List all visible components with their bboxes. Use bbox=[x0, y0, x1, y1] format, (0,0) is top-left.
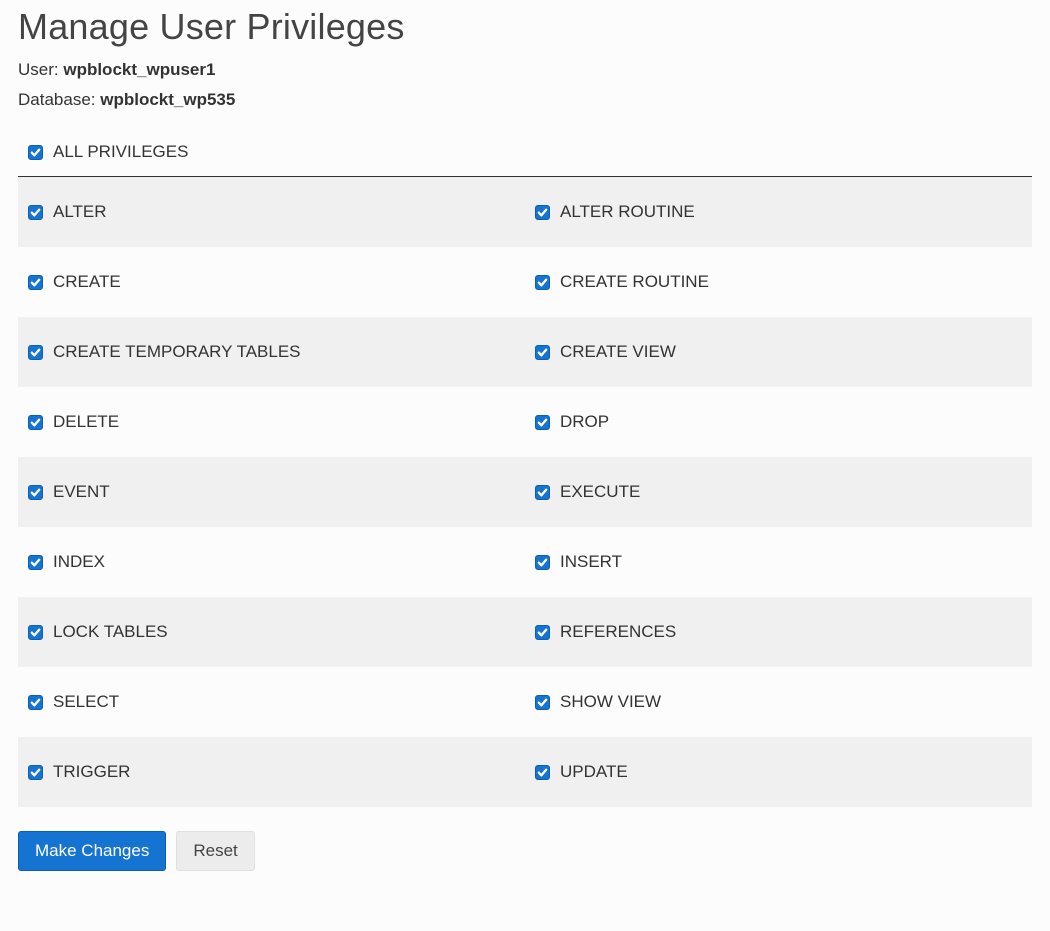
privilege-label: DROP bbox=[560, 412, 609, 432]
privilege-label: UPDATE bbox=[560, 762, 628, 782]
database-line: Database: wpblockt_wp535 bbox=[18, 90, 1032, 110]
privilege-checkbox[interactable]: SELECT bbox=[28, 692, 119, 712]
privilege-label: SELECT bbox=[53, 692, 119, 712]
database-label: Database: bbox=[18, 90, 100, 109]
check-icon bbox=[535, 765, 550, 780]
privilege-checkbox[interactable]: REFERENCES bbox=[535, 622, 676, 642]
privilege-checkbox[interactable]: CREATE bbox=[28, 272, 121, 292]
privilege-cell: UPDATE bbox=[525, 737, 1032, 807]
check-icon bbox=[28, 145, 43, 160]
make-changes-button[interactable]: Make Changes bbox=[18, 831, 166, 871]
check-icon bbox=[28, 625, 43, 640]
privilege-checkbox[interactable]: INDEX bbox=[28, 552, 105, 572]
privilege-label: EXECUTE bbox=[560, 482, 640, 502]
privilege-checkbox[interactable]: DELETE bbox=[28, 412, 119, 432]
privilege-label: CREATE VIEW bbox=[560, 342, 676, 362]
privilege-cell: DELETE bbox=[18, 387, 525, 457]
check-icon bbox=[535, 485, 550, 500]
privilege-checkbox[interactable]: ALTER ROUTINE bbox=[535, 202, 695, 222]
privilege-cell: ALTER bbox=[18, 177, 525, 247]
check-icon bbox=[535, 345, 550, 360]
privilege-row: EVENT EXECUTE bbox=[18, 457, 1032, 527]
check-icon bbox=[535, 275, 550, 290]
privilege-cell: SELECT bbox=[18, 667, 525, 737]
privilege-cell: DROP bbox=[525, 387, 1032, 457]
privilege-row: DELETE DROP bbox=[18, 387, 1032, 457]
check-icon bbox=[28, 275, 43, 290]
privilege-label: EVENT bbox=[53, 482, 110, 502]
privilege-cell: CREATE bbox=[18, 247, 525, 317]
privilege-row: CREATE CREATE ROUTINE bbox=[18, 247, 1032, 317]
privilege-label: INSERT bbox=[560, 552, 622, 572]
privilege-checkbox[interactable]: UPDATE bbox=[535, 762, 628, 782]
privilege-cell: EVENT bbox=[18, 457, 525, 527]
user-label: User: bbox=[18, 60, 63, 79]
privilege-row: CREATE TEMPORARY TABLES CREATE VIEW bbox=[18, 317, 1032, 387]
privilege-row: INDEX INSERT bbox=[18, 527, 1032, 597]
all-privileges-checkbox[interactable]: ALL PRIVILEGES bbox=[28, 142, 188, 162]
privilege-label: REFERENCES bbox=[560, 622, 676, 642]
privilege-cell: CREATE ROUTINE bbox=[525, 247, 1032, 317]
privilege-row: SELECT SHOW VIEW bbox=[18, 667, 1032, 737]
privilege-label: ALTER ROUTINE bbox=[560, 202, 695, 222]
privilege-checkbox[interactable]: EXECUTE bbox=[535, 482, 640, 502]
user-line: User: wpblockt_wpuser1 bbox=[18, 60, 1032, 80]
check-icon bbox=[28, 205, 43, 220]
check-icon bbox=[28, 695, 43, 710]
privilege-label: LOCK TABLES bbox=[53, 622, 168, 642]
privilege-checkbox[interactable]: TRIGGER bbox=[28, 762, 130, 782]
check-icon bbox=[28, 415, 43, 430]
privilege-cell: ALTER ROUTINE bbox=[525, 177, 1032, 247]
check-icon bbox=[28, 555, 43, 570]
privilege-row: LOCK TABLES REFERENCES bbox=[18, 597, 1032, 667]
privilege-grid: ALTERALTER ROUTINECREATECREATE ROUTINECR… bbox=[18, 177, 1032, 807]
privilege-label: CREATE TEMPORARY TABLES bbox=[53, 342, 301, 362]
check-icon bbox=[535, 205, 550, 220]
page-title: Manage User Privileges bbox=[18, 6, 1032, 48]
privilege-checkbox[interactable]: CREATE VIEW bbox=[535, 342, 676, 362]
privilege-label: TRIGGER bbox=[53, 762, 130, 782]
privilege-label: DELETE bbox=[53, 412, 119, 432]
privilege-checkbox[interactable]: EVENT bbox=[28, 482, 110, 502]
all-privileges-label: ALL PRIVILEGES bbox=[53, 142, 188, 162]
check-icon bbox=[28, 345, 43, 360]
check-icon bbox=[535, 695, 550, 710]
privilege-checkbox[interactable]: INSERT bbox=[535, 552, 622, 572]
privilege-checkbox[interactable]: CREATE TEMPORARY TABLES bbox=[28, 342, 301, 362]
privilege-row: ALTER ALTER ROUTINE bbox=[18, 177, 1032, 247]
user-value: wpblockt_wpuser1 bbox=[63, 60, 215, 79]
privilege-checkbox[interactable]: CREATE ROUTINE bbox=[535, 272, 709, 292]
privilege-cell: CREATE VIEW bbox=[525, 317, 1032, 387]
privilege-cell: SHOW VIEW bbox=[525, 667, 1032, 737]
privilege-label: SHOW VIEW bbox=[560, 692, 661, 712]
check-icon bbox=[535, 625, 550, 640]
privilege-label: INDEX bbox=[53, 552, 105, 572]
privilege-checkbox[interactable]: ALTER bbox=[28, 202, 107, 222]
database-value: wpblockt_wp535 bbox=[100, 90, 235, 109]
reset-button[interactable]: Reset bbox=[176, 831, 254, 871]
privilege-checkbox[interactable]: SHOW VIEW bbox=[535, 692, 661, 712]
privilege-row: TRIGGER UPDATE bbox=[18, 737, 1032, 807]
privilege-cell: CREATE TEMPORARY TABLES bbox=[18, 317, 525, 387]
privilege-label: CREATE ROUTINE bbox=[560, 272, 709, 292]
privilege-cell: INDEX bbox=[18, 527, 525, 597]
privilege-cell: TRIGGER bbox=[18, 737, 525, 807]
privilege-label: CREATE bbox=[53, 272, 121, 292]
privilege-cell: REFERENCES bbox=[525, 597, 1032, 667]
privilege-checkbox[interactable]: DROP bbox=[535, 412, 609, 432]
privilege-label: ALTER bbox=[53, 202, 107, 222]
privilege-cell: INSERT bbox=[525, 527, 1032, 597]
privilege-cell: EXECUTE bbox=[525, 457, 1032, 527]
check-icon bbox=[535, 555, 550, 570]
check-icon bbox=[28, 485, 43, 500]
privilege-checkbox[interactable]: LOCK TABLES bbox=[28, 622, 168, 642]
check-icon bbox=[28, 765, 43, 780]
privilege-cell: LOCK TABLES bbox=[18, 597, 525, 667]
check-icon bbox=[535, 415, 550, 430]
